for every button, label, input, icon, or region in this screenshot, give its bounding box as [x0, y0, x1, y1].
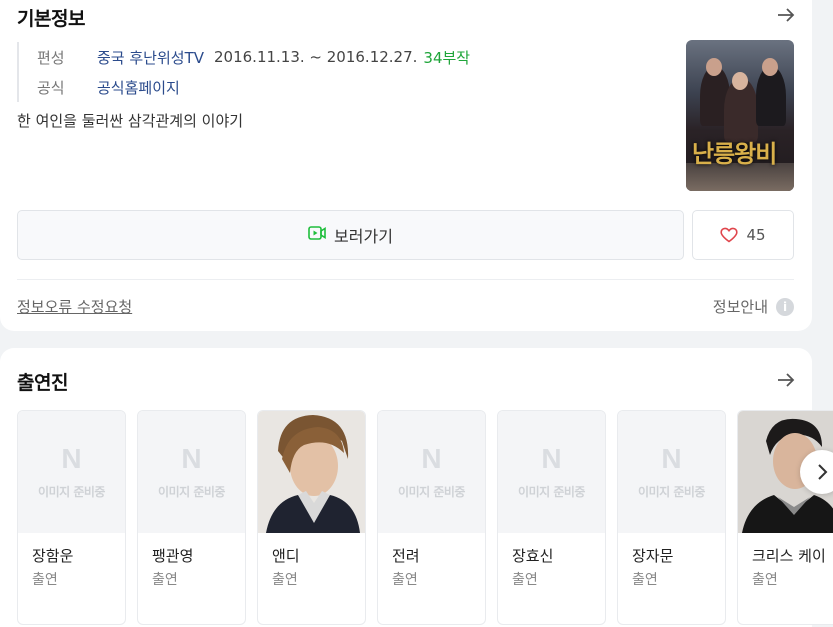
placeholder-text: 이미지 준비중: [518, 485, 585, 499]
placeholder-text: 이미지 준비중: [158, 485, 225, 499]
cast-item[interactable]: 앤디출연: [257, 410, 366, 625]
watch-button-label: 보러가기: [334, 227, 393, 246]
info-divider: [17, 279, 794, 280]
cast-role: 출연: [32, 572, 58, 588]
cast-item[interactable]: 크리스 케이출연: [737, 410, 833, 625]
drama-poster[interactable]: 난릉왕비: [686, 40, 794, 191]
cast-more-arrow-icon[interactable]: [775, 369, 797, 391]
cast-role: 출연: [392, 572, 418, 588]
cast-role: 출연: [152, 572, 178, 588]
heart-icon: [720, 227, 739, 243]
cast-title: 출연진: [17, 372, 68, 394]
broadcast-row: 편성 중국 후난위성TV 2016.11.13. ~ 2016.12.27. 3…: [37, 42, 470, 72]
basic-info-card: 기본정보 편성 중국 후난위성TV 2016.11.13. ~ 2016.12.…: [0, 0, 812, 331]
play-video-icon: [308, 225, 326, 245]
poster-title-art: 난릉왕비: [692, 139, 777, 168]
cast-role: 출연: [512, 572, 538, 588]
cast-name: 장효신: [512, 547, 554, 565]
report-error-link[interactable]: 정보오류 수정요청: [17, 296, 132, 317]
cast-image-placeholder: N 이미지 준비중: [18, 411, 125, 533]
placeholder-text: 이미지 준비중: [398, 485, 465, 499]
cast-name: 전려: [392, 547, 420, 565]
watch-button[interactable]: 보러가기: [17, 210, 684, 260]
cast-item[interactable]: N 이미지 준비중장자문출연: [617, 410, 726, 625]
basic-info-title: 기본정보: [17, 8, 85, 30]
cast-name: 앤디: [272, 547, 300, 565]
cast-photo: [258, 411, 365, 533]
synopsis-text: 한 여인을 둘러싼 삼각관계의 이야기: [17, 112, 244, 130]
poster-face-right: [762, 58, 778, 76]
cast-name: 장함운: [32, 547, 74, 565]
cast-list: N 이미지 준비중 장함운 출연 N 이미지 준비중 팽관영 출연 앤디 출연 N 이미지 준비중 전려…: [17, 410, 833, 625]
poster-face-center: [732, 72, 748, 90]
info-guide-button[interactable]: 정보안내 i: [713, 296, 794, 317]
broadcast-channel-link[interactable]: 중국 후난위성TV: [97, 47, 204, 68]
cast-name: 장자문: [632, 547, 674, 565]
cast-item[interactable]: N 이미지 준비중팽관영출연: [137, 410, 246, 625]
naver-placeholder-icon: N: [541, 443, 562, 474]
cast-image-placeholder: N 이미지 준비중: [138, 411, 245, 533]
cast-photo-art: [258, 411, 365, 533]
like-count: 45: [746, 226, 766, 244]
info-guide-label: 정보안내: [712, 298, 768, 316]
naver-placeholder-icon: N: [61, 443, 82, 474]
chevron-right-icon: [818, 464, 828, 480]
naver-placeholder-icon: N: [421, 443, 442, 474]
placeholder-text: 이미지 준비중: [38, 485, 105, 499]
cast-card: 출연진 N 이미지 준비중 장함운 출연 N 이미지 준비중 팽관영 출연 앤디 출연 N 이미지 준…: [0, 348, 833, 627]
basic-info-more-arrow-icon[interactable]: [775, 4, 797, 26]
cast-image-placeholder: N 이미지 준비중: [498, 411, 605, 533]
official-homepage-link[interactable]: 공식홈페이지: [97, 77, 180, 98]
poster-face-left: [706, 58, 722, 76]
cast-item[interactable]: N 이미지 준비중장함운출연: [17, 410, 126, 625]
naver-placeholder-icon: N: [661, 443, 682, 474]
official-key: 공식: [37, 78, 65, 97]
cast-item[interactable]: N 이미지 준비중전려출연: [377, 410, 486, 625]
broadcast-meta: 편성 중국 후난위성TV 2016.11.13. ~ 2016.12.27. 3…: [17, 42, 470, 102]
cast-role: 출연: [272, 572, 298, 588]
broadcast-period: 2016.11.13. ~ 2016.12.27.: [214, 48, 418, 66]
cast-name: 크리스 케이: [752, 547, 826, 565]
like-button[interactable]: 45: [692, 210, 794, 260]
info-icon: i: [776, 297, 794, 316]
official-row: 공식 공식홈페이지: [37, 72, 470, 102]
naver-placeholder-icon: N: [181, 443, 202, 474]
cast-name: 팽관영: [152, 547, 194, 565]
cast-image-placeholder: N 이미지 준비중: [618, 411, 725, 533]
broadcast-key: 편성: [37, 48, 65, 67]
cast-role: 출연: [632, 572, 658, 588]
cast-image-placeholder: N 이미지 준비중: [378, 411, 485, 533]
cast-item[interactable]: N 이미지 준비중장효신출연: [497, 410, 606, 625]
cast-role: 출연: [752, 572, 778, 588]
episode-count: 34부작: [423, 48, 471, 67]
placeholder-text: 이미지 준비중: [638, 485, 705, 499]
